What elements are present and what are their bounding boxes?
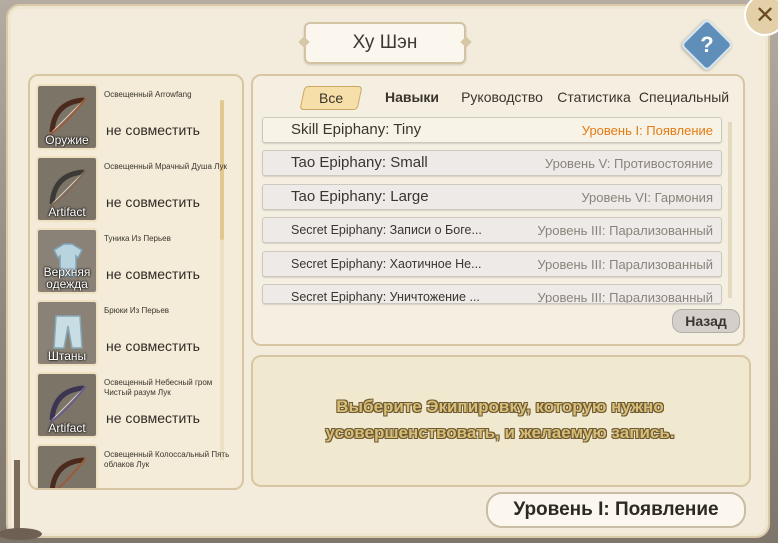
equipment-item[interactable]: Artifact Освещенный Небесный гром Чистый… bbox=[36, 372, 238, 438]
bow-icon: Оружие bbox=[36, 84, 98, 150]
pants-icon: Штаны bbox=[36, 300, 98, 366]
equipment-item[interactable]: Оружие Освещенный Arrowfang не совместит… bbox=[36, 84, 238, 150]
incense-decoration bbox=[0, 460, 42, 540]
page-title: Ху Шэн bbox=[304, 22, 466, 64]
epiphany-scrollbar[interactable] bbox=[728, 122, 732, 298]
equipment-item[interactable]: Штаны Брюки Из Перьев не совместить bbox=[36, 300, 238, 366]
equipment-list[interactable]: Оружие Освещенный Arrowfang не совместит… bbox=[28, 74, 244, 490]
filter-tabs: Все Навыки Руководство Статистика Специа… bbox=[270, 86, 730, 110]
epiphany-row[interactable]: Secret Epiphany: Хаотичное Не... Уровень… bbox=[262, 251, 722, 277]
bow-icon: Artifact bbox=[36, 156, 98, 222]
tab-guide[interactable]: Руководство bbox=[454, 86, 550, 108]
bow-icon: Artifact bbox=[36, 372, 98, 438]
hint-text: Выберите Экипировку, которую нужно усове… bbox=[325, 397, 675, 442]
back-button[interactable]: Назад bbox=[672, 309, 740, 333]
tab-all[interactable]: Все bbox=[299, 86, 363, 110]
tab-stats[interactable]: Статистика bbox=[550, 86, 638, 108]
epiphany-row[interactable]: Secret Epiphany: Уничтожение ... Уровень… bbox=[262, 284, 722, 304]
equipment-item[interactable]: Верхняя одежда Туника Из Перьев не совме… bbox=[36, 228, 238, 294]
epiphany-row[interactable]: Tao Epiphany: Large Уровень VI: Гармония bbox=[262, 184, 722, 210]
tunic-icon: Верхняя одежда bbox=[36, 228, 98, 294]
tab-special[interactable]: Специальный bbox=[638, 86, 730, 108]
epiphany-row[interactable]: Skill Epiphany: Tiny Уровень I: Появлени… bbox=[262, 117, 722, 143]
current-level-badge: Уровень I: Появление bbox=[486, 492, 746, 528]
epiphany-panel bbox=[251, 74, 745, 346]
close-icon: ✕ bbox=[754, 1, 776, 29]
equipment-item[interactable]: Освещенный Колоссальный Пять облаков Лук bbox=[36, 444, 238, 488]
equipment-item[interactable]: Artifact Освещенный Мрачный Душа Лук не … bbox=[36, 156, 238, 222]
tab-skills[interactable]: Навыки bbox=[374, 86, 450, 108]
epiphany-row[interactable]: Secret Epiphany: Записи о Боге... Уровен… bbox=[262, 217, 722, 243]
epiphany-row[interactable]: Tao Epiphany: Small Уровень V: Противост… bbox=[262, 150, 722, 176]
question-icon: ? bbox=[700, 32, 714, 57]
